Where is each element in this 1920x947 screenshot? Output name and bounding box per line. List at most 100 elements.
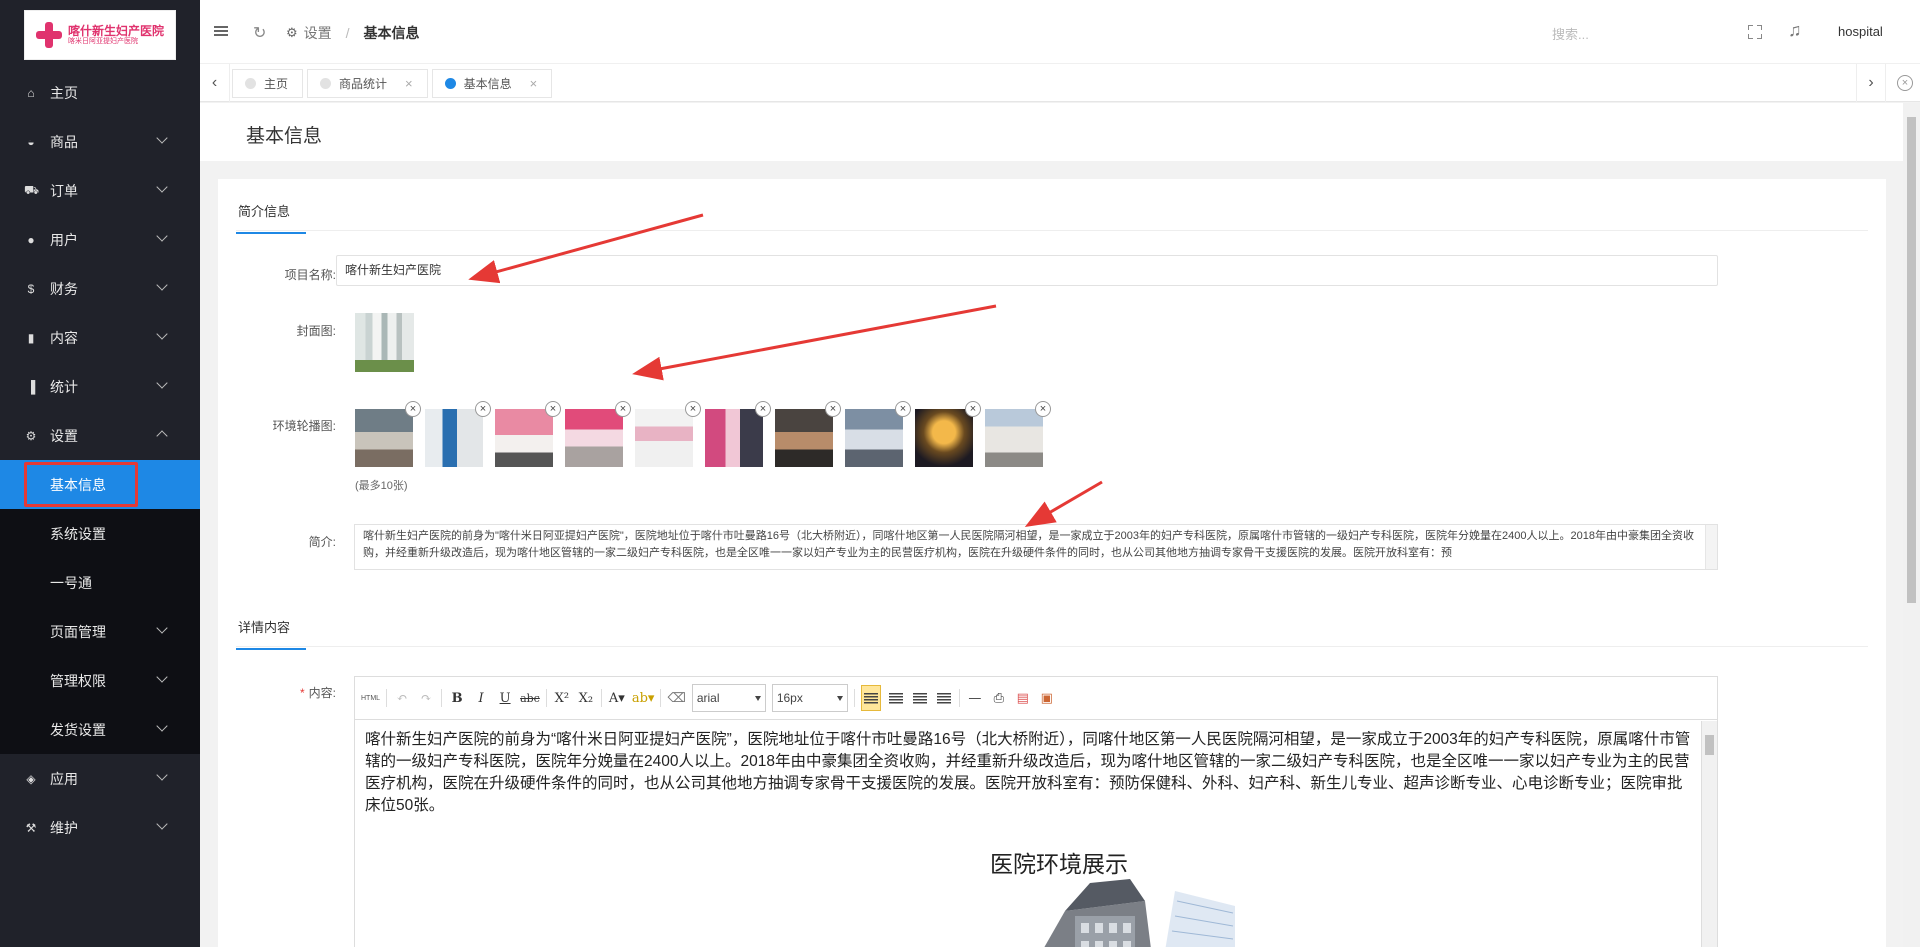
insert-image-icon[interactable]: ▣ [1038, 688, 1056, 708]
sidebar-item-settings[interactable]: ⚙ 设置 [0, 411, 200, 460]
sidebar-item-home[interactable]: ⌂ 主页 [0, 68, 200, 117]
section-tab-intro[interactable]: 简介信息 [235, 201, 307, 234]
sidebar-subitem-basic-info[interactable]: 基本信息 [0, 460, 200, 509]
tab-label: 商品统计 [339, 77, 388, 91]
align-justify-icon[interactable] [935, 688, 953, 708]
font-color-icon[interactable]: A▾ [608, 688, 626, 708]
remove-image-icon[interactable]: × [405, 401, 421, 417]
editor-body[interactable]: 喀什新生妇产医院的前身为“喀什米日阿亚提妇产医院”，医院地址位于喀什市吐曼路16… [355, 721, 1701, 947]
sidebar-subitem-yihaotong[interactable]: 一号通 [0, 558, 200, 607]
tab-bar: ‹ 主页 商品统计 × 基本信息 × › × [200, 64, 1920, 102]
sidebar-item-orders[interactable]: ⛟ 订单 [0, 166, 200, 215]
page-scrollbar[interactable] [1903, 103, 1920, 947]
align-left-icon[interactable] [860, 685, 881, 711]
sidebar-item-users[interactable]: ● 用户 [0, 215, 200, 264]
sidebar-item-apps[interactable]: ◈ 应用 [0, 754, 200, 803]
carousel-image[interactable]: × [635, 401, 701, 467]
fullscreen-icon[interactable] [1748, 25, 1762, 39]
menu-toggle-icon[interactable] [214, 26, 228, 36]
align-right-icon[interactable] [911, 688, 929, 708]
italic-icon[interactable]: I [472, 688, 490, 708]
superscript-icon[interactable]: X² [553, 688, 571, 708]
remove-image-icon[interactable]: × [1035, 401, 1051, 417]
font-size-select[interactable]: 16px [771, 684, 848, 712]
html-source-icon[interactable]: HTML [361, 688, 380, 708]
gear-icon: ⚙ [286, 25, 298, 40]
carousel-image[interactable]: × [565, 401, 631, 467]
rich-text-editor[interactable]: HTML ↶ ↷ B I U abc X² X₂ A▾ ab▾ ⌫ arial … [354, 676, 1718, 947]
tab-label: 主页 [264, 77, 289, 91]
close-tabs-button[interactable]: × [1890, 64, 1920, 102]
strikethrough-icon[interactable]: abc [520, 688, 540, 708]
refresh-icon[interactable]: ↻ [253, 23, 266, 43]
close-icon[interactable]: × [530, 76, 538, 91]
bar-chart-icon: ▐ [26, 379, 36, 394]
sidebar-item-statistics[interactable]: ▐ 统计 [0, 362, 200, 411]
tab-basic-info[interactable]: 基本信息 × [431, 69, 553, 98]
tab-home[interactable]: 主页 [232, 69, 304, 98]
editor-scrollbar[interactable] [1701, 721, 1717, 947]
remove-image-icon[interactable]: × [825, 401, 841, 417]
remove-image-icon[interactable]: × [475, 401, 491, 417]
project-name-input[interactable]: 喀什新生妇产医院 [336, 255, 1718, 286]
align-center-icon[interactable] [887, 688, 905, 708]
close-icon[interactable]: × [405, 76, 413, 91]
carousel-image[interactable]: × [845, 401, 911, 467]
sidebar-subitem-page-management[interactable]: 页面管理 [0, 607, 200, 656]
sidebar-item-label: 财务 [50, 280, 78, 297]
remove-image-icon[interactable]: × [965, 401, 981, 417]
tab-dot-icon [320, 78, 332, 89]
intro-text: 喀什新生妇产医院的前身为"喀什米日阿亚提妇产医院"，医院地址位于喀什市吐曼路16… [363, 530, 1694, 559]
remove-image-icon[interactable]: × [545, 401, 561, 417]
carousel-image[interactable]: × [985, 401, 1051, 467]
remove-image-icon[interactable]: × [615, 401, 631, 417]
carousel-image[interactable]: × [425, 401, 491, 467]
sidebar-item-label: 系统设置 [50, 525, 106, 542]
carousel-image[interactable]: × [915, 401, 981, 467]
chevron-down-icon [156, 377, 168, 389]
hospital-logo[interactable]: 喀什新生妇产医院 喀米日阿亚提妇产医院 [24, 10, 176, 60]
print-icon[interactable]: ⎙ [990, 688, 1008, 708]
carousel-image[interactable]: × [705, 401, 771, 467]
name-label: 项目名称: [284, 268, 336, 282]
search-input[interactable]: 搜索... [1552, 24, 1672, 43]
chevron-up-icon [156, 430, 168, 442]
cover-image[interactable] [355, 313, 414, 372]
eraser-icon[interactable]: ⌫ [667, 688, 685, 708]
bell-icon[interactable]: ♫ [1788, 20, 1802, 41]
tabs-scroll-left-icon[interactable]: ‹ [200, 64, 230, 102]
home-icon: ⌂ [27, 85, 35, 100]
font-family-select[interactable]: arial [691, 684, 766, 712]
remove-image-icon[interactable]: × [895, 401, 911, 417]
cover-label: 封面图: [296, 324, 336, 338]
sidebar-item-finance[interactable]: $ 财务 [0, 264, 200, 313]
carousel-image[interactable]: × [775, 401, 841, 467]
remove-image-icon[interactable]: × [755, 401, 771, 417]
tabs-scroll-right-icon[interactable]: › [1856, 64, 1886, 102]
carousel-image[interactable]: × [355, 401, 421, 467]
close-circle-icon: × [1897, 75, 1913, 91]
underline-icon[interactable]: U [496, 688, 514, 708]
redo-icon[interactable]: ↷ [417, 688, 435, 708]
sidebar-subitem-shipping-settings[interactable]: 发货设置 [0, 705, 200, 754]
sidebar-item-content[interactable]: ▮ 内容 [0, 313, 200, 362]
book-icon: ▮ [27, 330, 35, 345]
horizontal-rule-icon[interactable]: — [966, 688, 984, 708]
sidebar-subitem-permissions[interactable]: 管理权限 [0, 656, 200, 705]
sidebar-item-products[interactable]: ◒ 商品 [0, 117, 200, 166]
tab-product-stats[interactable]: 商品统计 × [307, 69, 428, 98]
remove-image-icon[interactable]: × [685, 401, 701, 417]
paste-icon[interactable]: ▤ [1014, 688, 1032, 708]
undo-icon[interactable]: ↶ [393, 688, 411, 708]
textarea-scrollbar[interactable] [1705, 525, 1717, 569]
subscript-icon[interactable]: X₂ [577, 688, 595, 708]
highlight-color-icon[interactable]: ab▾ [632, 688, 655, 708]
sidebar-subitem-system-settings[interactable]: 系统设置 [0, 509, 200, 558]
sidebar-item-maintenance[interactable]: ⚒ 维护 [0, 803, 200, 852]
intro-textarea[interactable]: 喀什新生妇产医院的前身为"喀什米日阿亚提妇产医院"，医院地址位于喀什市吐曼路16… [354, 524, 1718, 570]
username[interactable]: hospital [1838, 24, 1883, 39]
section-tab-detail[interactable]: 详情内容 [235, 617, 307, 650]
bold-icon[interactable]: B [448, 688, 466, 708]
carousel-image[interactable]: × [495, 401, 561, 467]
breadcrumb-parent[interactable]: 设置 [304, 23, 332, 43]
